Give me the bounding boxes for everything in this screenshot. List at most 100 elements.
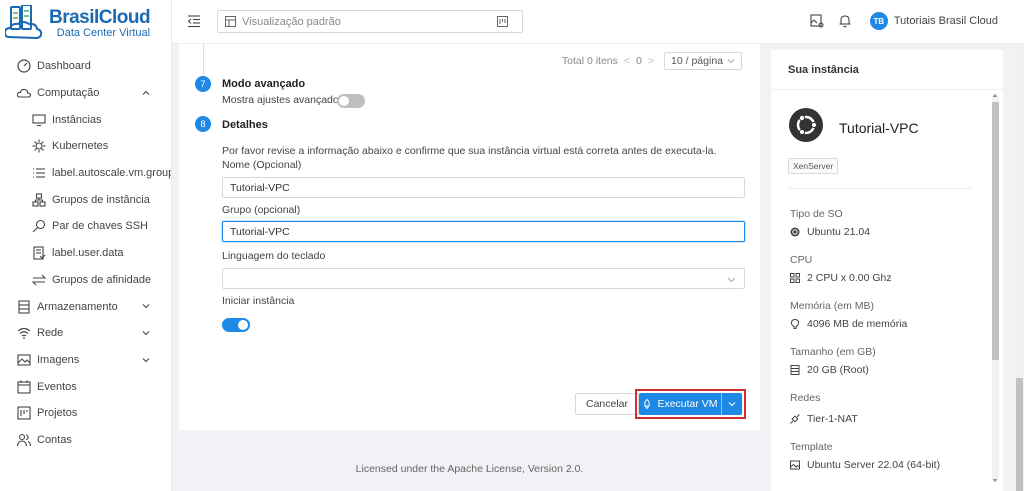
hypervisor-tag: XenServer [788,158,839,174]
project-icon [17,406,31,420]
sidebar-item-projetos[interactable]: Projetos [0,400,171,427]
avatar[interactable]: TB [869,12,888,30]
sidebar-item-rede[interactable]: Rede [0,320,171,347]
sidebar-item-label: Dashboard [37,60,91,73]
sidebar-item-contas[interactable]: Contas [0,427,171,454]
scroll-down-icon[interactable] [993,479,997,482]
memory-label: Memória (em MB) [790,300,875,312]
sidebar-item-label: label.autoscale.vm.groups [52,167,172,180]
pagination-page[interactable]: 0 [636,55,642,67]
size-text: 20 GB (Root) [807,364,869,376]
panel-title: Sua instância [771,50,1003,90]
top-header: Visualização padrão TB Tutoriais Brasil … [172,0,1024,44]
cpu-label: CPU [790,254,813,266]
sidebar-item-label: Imagens [37,353,80,366]
scrollbar-thumb[interactable] [1016,378,1023,491]
start-instance-label: Iniciar instância [222,295,295,307]
cancel-button[interactable]: Cancelar [575,393,640,415]
sidebar-item-label: Grupos de afinidade [52,273,152,286]
page-size-select[interactable]: 10 / página [664,52,742,70]
sidebar-item-dashboard[interactable]: Dashboard [0,53,171,80]
steps-connector [203,44,204,76]
sidebar-item-afinidade[interactable]: Grupos de afinidade [0,267,171,294]
wifi-icon [17,326,31,340]
template-text: Ubuntu Server 22.04 (64-bit) [807,459,941,471]
sidebar-item-imagens[interactable]: Imagens [0,347,171,374]
key-icon [32,219,46,233]
footer-suffix: , Version 2.0. [522,463,584,475]
os-type-text: Ubuntu 21.04 [807,226,871,238]
instance-summary-panel: Sua instância Tutorial-VPC XenServer Tip… [771,50,1003,491]
footer-prefix: Licensed under the [355,463,448,475]
menu-fold-icon[interactable] [187,14,201,28]
dashboard-icon [17,59,31,73]
file-icon [32,246,46,260]
name-input[interactable]: Tutorial-VPC [222,177,745,198]
sidebar-item-label: Rede [37,327,64,340]
scrollbar-thumb[interactable] [992,102,999,360]
chevron-down-icon [727,57,735,65]
advanced-mode-switch[interactable] [337,94,365,108]
user-name[interactable]: Tutoriais Brasil Cloud [894,15,998,27]
sidebar-item-label: Grupos de instância [52,193,150,206]
rocket-icon [642,399,652,409]
chevron-down-icon [141,301,151,311]
license-link[interactable]: Apache License [447,463,522,475]
image-settings-icon[interactable] [810,14,824,28]
cpu-value: 2 CPU x 0.00 Ghz [790,272,892,284]
memory-text: 4096 MB de memória [807,318,908,330]
size-value: 20 GB (Root) [790,364,869,376]
run-options-dropdown[interactable] [722,393,742,415]
sidebar-item-user-data[interactable]: label.user.data [0,240,171,267]
cpu-text: 2 CPU x 0.00 Ghz [807,272,892,284]
brand-name: BrasilCloud [49,6,151,28]
details-description: Por favor revise a informação abaixo e c… [222,145,717,157]
scroll-up-icon[interactable] [993,94,997,97]
keyboard-select[interactable] [222,268,745,289]
database-icon [790,365,800,375]
networks-label: Redes [790,392,821,404]
bell-icon[interactable] [838,14,852,28]
sidebar-item-computacao[interactable]: Computação [0,80,171,107]
picture-icon [17,353,31,367]
vm-name: Tutorial-VPC [839,120,919,136]
name-label: Nome (Opcional) [222,159,302,171]
sidebar-item-ssh-keys[interactable]: Par de chaves SSH [0,213,171,240]
appstore-icon [790,273,800,283]
start-instance-switch[interactable] [222,318,250,332]
panel-scrollbar[interactable] [992,94,999,482]
group-label: Grupo (opcional) [222,204,301,216]
sidebar-item-grupos-instancia[interactable]: Grupos de instância [0,186,171,213]
cluster-icon [32,193,46,207]
chevron-right-icon[interactable]: > [648,55,654,67]
header-actions: TB Tutoriais Brasil Cloud [810,12,998,30]
kubernetes-icon [32,139,46,153]
keyboard-label: Linguagem do teclado [222,250,326,262]
chevron-left-icon[interactable]: < [624,55,630,67]
networks-text: Tier-1-NAT [807,413,858,425]
sidebar-item-label: Par de chaves SSH [52,220,148,233]
run-vm-button[interactable]: Executar VM [639,393,722,415]
sidebar-item-autoscale[interactable]: label.autoscale.vm.groups [0,160,171,187]
advanced-toggle-label: Mostra ajustes avançados [222,94,344,106]
ubuntu-icon [790,227,800,237]
memory-value: 4096 MB de memória [790,318,907,330]
step-title: Modo avançado [222,78,306,90]
sidebar-item-label: Armazenamento [37,300,118,313]
datacenter-logo-icon [5,5,43,41]
group-input[interactable]: Tutorial-VPC [222,221,745,242]
view-select-placeholder: Visualização padrão [242,15,341,28]
page-size-value: 10 / página [671,55,723,67]
brand-logo[interactable]: BrasilCloud Data Center Virtual [0,0,171,46]
sidebar-item-armazenamento[interactable]: Armazenamento [0,293,171,320]
sidebar-item-kubernetes[interactable]: Kubernetes [0,133,171,160]
sidebar-item-eventos[interactable]: Eventos [0,373,171,400]
sidebar-item-instancias[interactable]: Instâncias [0,106,171,133]
networks-value: Tier-1-NAT [790,413,858,425]
run-button-highlight: Executar VM [635,389,746,419]
switch-knob [339,96,349,106]
page-scrollbar[interactable] [1015,44,1024,491]
project-icon [497,16,508,27]
step-title: Detalhes [222,119,268,131]
view-select[interactable]: Visualização padrão [217,10,523,33]
